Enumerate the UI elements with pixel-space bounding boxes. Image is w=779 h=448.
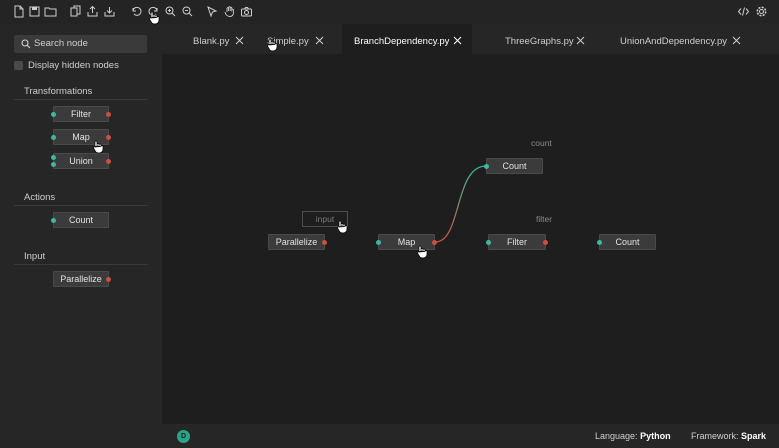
tab-branchdependency[interactable]: BranchDependency.py <box>342 24 472 54</box>
divider <box>14 264 148 265</box>
language-label: Language: <box>595 431 638 441</box>
node-label: Filter <box>507 237 527 247</box>
tab-unionanddependency[interactable]: UnionAndDependency.py <box>590 24 750 54</box>
close-icon[interactable] <box>453 36 462 45</box>
close-icon[interactable] <box>732 36 741 45</box>
input-port[interactable] <box>486 240 491 245</box>
tab-label: ThreeGraphs.py <box>505 36 574 47</box>
select-pointer-icon[interactable] <box>206 5 219 18</box>
divider <box>14 99 148 100</box>
section-title-input: Input <box>24 251 46 262</box>
palette-node-count[interactable]: Count <box>51 212 109 228</box>
input-port[interactable] <box>376 240 381 245</box>
pan-hand-icon[interactable] <box>223 5 236 18</box>
node-label: Map <box>397 237 416 247</box>
language-status: Language: Python <box>595 431 671 441</box>
palette-node-filter[interactable]: Filter <box>51 106 111 122</box>
toolbar <box>0 0 779 24</box>
node-label: Union <box>69 156 93 166</box>
graph-node-count[interactable]: Count <box>484 158 543 174</box>
section-title-actions: Actions <box>24 192 56 203</box>
input-port <box>51 112 56 117</box>
output-port <box>106 277 111 282</box>
tab-blank[interactable]: Blank.py <box>162 24 257 54</box>
language-value: Python <box>640 431 671 441</box>
output-port[interactable] <box>432 240 437 245</box>
graph-canvas[interactable]: count filter input Parallelize Map Filte… <box>162 54 779 424</box>
input-port[interactable] <box>484 164 489 169</box>
edge-map-count <box>434 165 487 243</box>
input-port[interactable] <box>597 240 602 245</box>
node-label: Filter <box>71 109 91 119</box>
palette-node-parallelize[interactable]: Parallelize <box>53 271 111 287</box>
graph-node-filter[interactable]: Filter <box>486 234 548 250</box>
graph-edges <box>325 165 599 243</box>
input-port <box>51 155 56 160</box>
new-file-icon[interactable] <box>12 5 25 18</box>
close-icon[interactable] <box>235 36 244 45</box>
camera-icon[interactable] <box>240 5 253 18</box>
graph-node-parallelize[interactable]: Parallelize <box>268 234 327 250</box>
node-label: Map <box>72 132 90 142</box>
node-label: Parallelize <box>275 237 318 247</box>
search-placeholder: Search node <box>34 38 88 49</box>
output-port <box>106 112 111 117</box>
framework-label: Framework: <box>691 431 739 441</box>
code-view-icon[interactable] <box>737 5 750 18</box>
edge-label-count: count <box>531 138 552 148</box>
edge-label-filter: filter <box>536 214 553 224</box>
avatar[interactable]: D <box>177 430 190 443</box>
close-icon[interactable] <box>315 36 324 45</box>
hand-cursor-icon <box>93 140 104 154</box>
framework-status: Framework: Spark <box>691 431 766 441</box>
save-icon[interactable] <box>28 5 41 18</box>
open-folder-icon[interactable] <box>44 5 57 18</box>
tab-label: UnionAndDependency.py <box>620 36 728 47</box>
framework-value: Spark <box>741 431 767 441</box>
hand-cursor-icon <box>417 245 428 259</box>
zoom-in-icon[interactable] <box>164 5 177 18</box>
output-port[interactable] <box>543 240 548 245</box>
node-label: Count <box>68 215 94 225</box>
input-port <box>51 162 56 167</box>
close-icon[interactable] <box>576 36 585 45</box>
divider <box>14 205 148 206</box>
copy-icon[interactable] <box>69 5 82 18</box>
node-label: Count <box>615 237 640 247</box>
tab-label: BranchDependency.py <box>354 36 450 47</box>
export-icon[interactable] <box>86 5 99 18</box>
import-icon[interactable] <box>103 5 116 18</box>
node-label: Parallelize <box>60 274 102 284</box>
status-bar: D Language: Python Framework: Spark <box>162 424 779 448</box>
file-tabs: Blank.py Simple.py BranchDependency.py T… <box>162 24 779 54</box>
output-port <box>106 135 111 140</box>
hand-cursor-icon <box>149 11 160 25</box>
section-title-transformations: Transformations <box>24 86 93 97</box>
tab-label: Blank.py <box>193 36 230 47</box>
search-icon <box>21 39 31 49</box>
zoom-out-icon[interactable] <box>181 5 194 18</box>
tab-threegraphs[interactable]: ThreeGraphs.py <box>472 24 590 54</box>
input-port <box>51 218 56 223</box>
palette-node-union[interactable]: Union <box>51 153 111 169</box>
hand-cursor-icon <box>337 220 348 234</box>
node-palette-sidebar: Search node Display hidden nodes Transfo… <box>0 24 162 448</box>
input-port <box>51 135 56 140</box>
hidden-nodes-checkbox[interactable] <box>14 61 23 70</box>
settings-gear-icon[interactable] <box>755 5 768 18</box>
output-port <box>106 159 111 164</box>
undo-icon[interactable] <box>130 5 143 18</box>
hand-cursor-icon <box>267 38 278 52</box>
search-node-input[interactable]: Search node <box>14 35 147 53</box>
hidden-nodes-label: Display hidden nodes <box>28 60 119 71</box>
node-label: Count <box>502 161 527 171</box>
output-port[interactable] <box>322 240 327 245</box>
graph-node-count[interactable]: Count <box>597 234 656 250</box>
